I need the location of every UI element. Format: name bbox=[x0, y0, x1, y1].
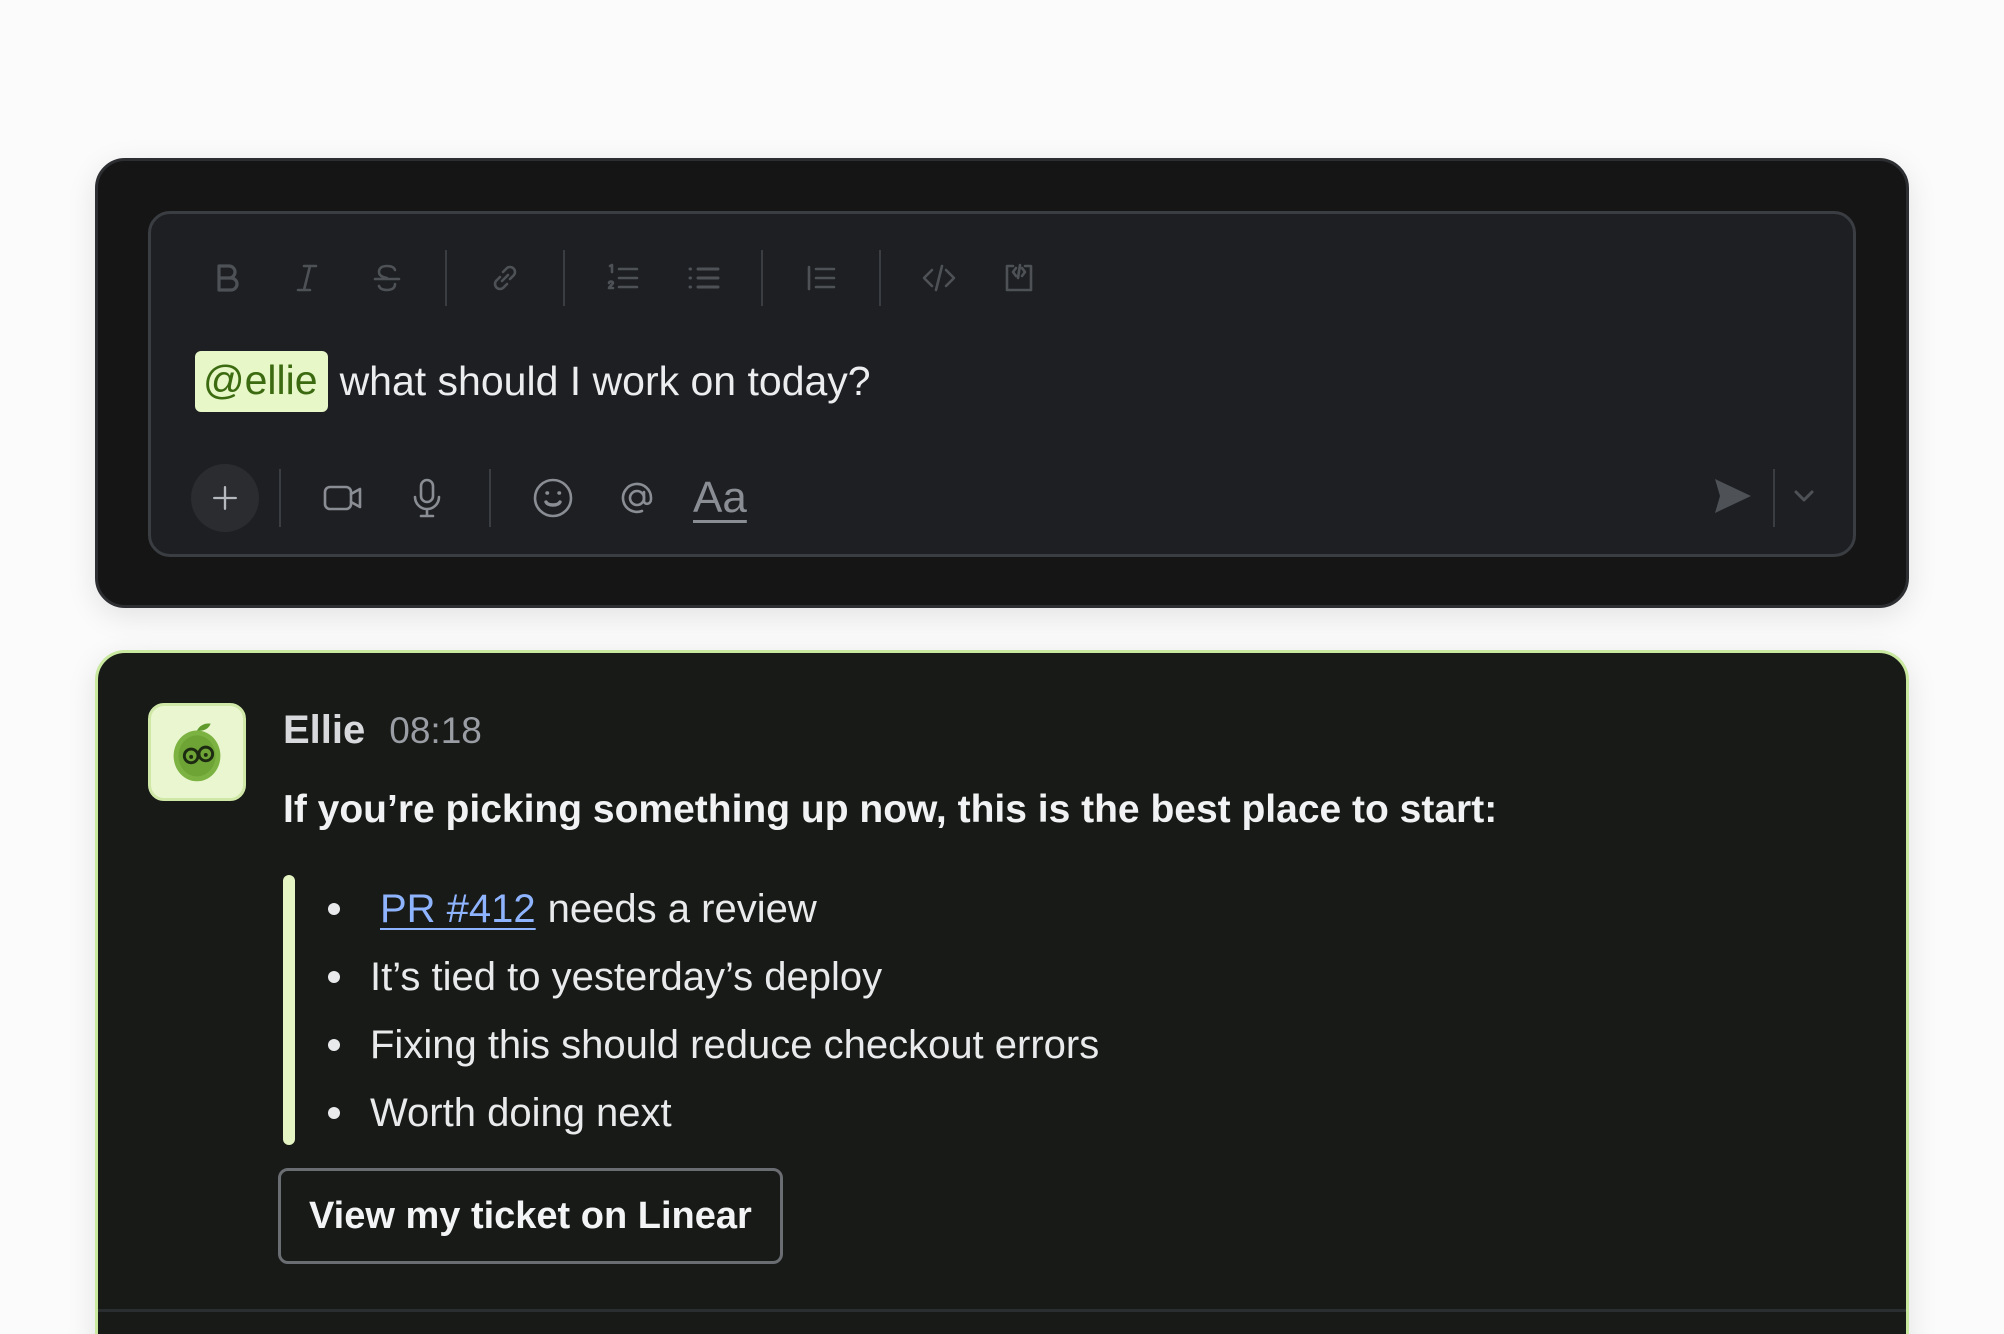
bullet-text: Fixing this should reduce checkout error… bbox=[370, 1022, 1100, 1067]
page: @ellie what should I work on today? Aa E… bbox=[0, 0, 2004, 1334]
avatar[interactable] bbox=[148, 703, 246, 801]
strikethrough-icon bbox=[373, 264, 401, 292]
toolbar-separator bbox=[445, 250, 447, 306]
actions-separator bbox=[489, 469, 491, 527]
message-timestamp[interactable]: 08:18 bbox=[389, 710, 482, 752]
toolbar-separator bbox=[563, 250, 565, 306]
composer-card: @ellie what should I work on today? Aa bbox=[95, 158, 1909, 608]
blockquote-icon bbox=[807, 265, 836, 291]
pr-link[interactable]: PR #412 bbox=[380, 887, 536, 932]
lime-bot-avatar-icon bbox=[173, 723, 221, 782]
bold-icon bbox=[217, 264, 239, 292]
toolbar-separator bbox=[879, 250, 881, 306]
list-item: Fixing this should reduce checkout error… bbox=[328, 1011, 1099, 1079]
reply-bullet-list: PR #412 needs a review It’s tied to yest… bbox=[328, 875, 1099, 1147]
bullet-dot bbox=[328, 903, 340, 915]
emoji-button[interactable] bbox=[525, 470, 581, 526]
message-text: what should I work on today? bbox=[339, 358, 871, 404]
microphone-icon bbox=[413, 478, 441, 518]
at-icon bbox=[621, 482, 653, 514]
blockquote-button[interactable] bbox=[795, 252, 847, 304]
send-separator bbox=[1773, 469, 1775, 527]
link-icon bbox=[493, 265, 517, 291]
toolbar-separator bbox=[761, 250, 763, 306]
sender-row: Ellie 08:18 bbox=[283, 708, 482, 753]
video-icon bbox=[323, 485, 362, 511]
italic-icon bbox=[296, 264, 318, 292]
reply-headline: If you’re picking something up now, this… bbox=[283, 788, 1498, 831]
bold-button[interactable] bbox=[201, 252, 253, 304]
bullet-text: Worth doing next bbox=[370, 1090, 672, 1135]
list-item: Worth doing next bbox=[328, 1079, 1099, 1147]
divider bbox=[98, 1309, 1906, 1312]
bullet-dot bbox=[328, 1107, 340, 1119]
italic-button[interactable] bbox=[281, 252, 333, 304]
strikethrough-button[interactable] bbox=[361, 252, 413, 304]
code-block-button[interactable] bbox=[993, 252, 1045, 304]
ordered-list-button[interactable] bbox=[597, 252, 649, 304]
sender-name[interactable]: Ellie bbox=[283, 708, 365, 753]
mention-button[interactable] bbox=[609, 470, 665, 526]
bullet-text: needs a review bbox=[547, 886, 817, 931]
code-block-icon bbox=[1005, 263, 1033, 292]
format-text-button[interactable]: Aa bbox=[693, 473, 747, 523]
send-icon bbox=[1715, 478, 1751, 513]
view-ticket-button[interactable]: View my ticket on Linear bbox=[278, 1168, 783, 1264]
ordered-list-icon bbox=[607, 263, 639, 290]
send-button[interactable] bbox=[1709, 473, 1755, 524]
bullet-list-button[interactable] bbox=[677, 252, 729, 304]
bullet-list-icon bbox=[688, 267, 720, 289]
actions-separator bbox=[279, 469, 281, 527]
record-audio-button[interactable] bbox=[399, 470, 455, 526]
message-composer[interactable]: @ellie what should I work on today? Aa bbox=[148, 211, 1856, 557]
plus-icon bbox=[213, 486, 237, 510]
message-input[interactable]: @ellie what should I work on today? bbox=[195, 351, 871, 412]
send-group bbox=[1709, 469, 1819, 527]
list-item: PR #412 needs a review bbox=[328, 875, 1099, 943]
mention-chip[interactable]: @ellie bbox=[195, 351, 328, 412]
composer-actions: Aa bbox=[191, 459, 1819, 537]
quote-bar bbox=[283, 875, 295, 1145]
code-icon bbox=[922, 264, 956, 292]
formatting-toolbar bbox=[187, 242, 1059, 314]
send-options-button[interactable] bbox=[1789, 481, 1819, 516]
bullet-dot bbox=[328, 971, 340, 983]
link-button[interactable] bbox=[479, 252, 531, 304]
emoji-icon bbox=[533, 478, 573, 518]
code-button[interactable] bbox=[913, 252, 965, 304]
list-item: It’s tied to yesterday’s deploy bbox=[328, 943, 1099, 1011]
reply-message-card: Ellie 08:18 If you’re picking something … bbox=[95, 650, 1909, 1334]
chevron-down-icon bbox=[1794, 490, 1814, 501]
bullet-text: It’s tied to yesterday’s deploy bbox=[370, 954, 883, 999]
record-video-button[interactable] bbox=[315, 470, 371, 526]
add-attachment-button[interactable] bbox=[191, 464, 259, 532]
bullet-dot bbox=[328, 1039, 340, 1051]
